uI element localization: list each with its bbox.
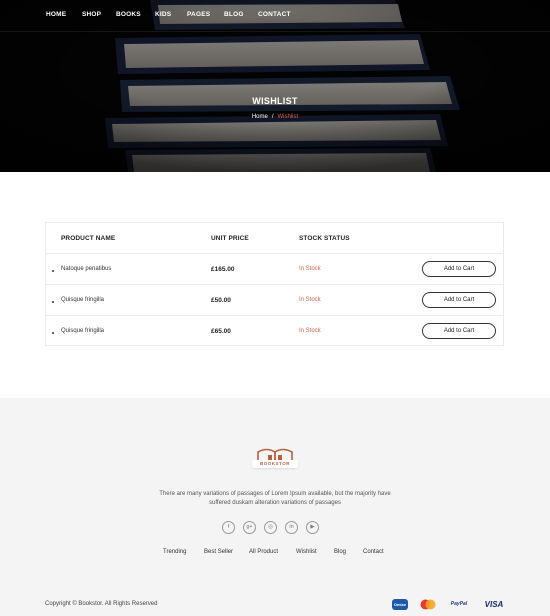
breadcrumb-home-link[interactable]: Home [252, 114, 268, 120]
google-plus-icon[interactable]: g+ [243, 521, 256, 534]
table-row: Natoque penatibus £165.00 In Stock Add t… [46, 253, 503, 284]
breadcrumb: Home / Wishlist [0, 114, 550, 120]
add-to-cart-button[interactable]: Add to Cart [422, 323, 496, 339]
paypal-payment-icon: PayPal [450, 601, 468, 607]
row-bullet [52, 301, 54, 303]
row-bullet [52, 332, 54, 334]
youtube-icon[interactable]: ▶ [306, 521, 319, 534]
add-to-cart-button[interactable]: Add to Cart [422, 292, 496, 308]
logo-text: BOOKSTOR [252, 460, 298, 468]
nav-blog[interactable]: BLOG [224, 11, 244, 18]
copyright-text: Copyright © Bookstor. All Rights Reserve… [45, 601, 158, 607]
footer-link-best-seller[interactable]: Best Seller [204, 549, 233, 555]
instagram-icon[interactable]: ◎ [264, 521, 277, 534]
product-name[interactable]: Natoque penatibus [61, 266, 111, 272]
main-nav: HOME SHOP BOOKS KIDS PAGES BLOG CONTACT [0, 0, 550, 32]
table-row: Quisque fringilla £65.00 In Stock Add to… [46, 315, 503, 346]
hero-banner: HOME SHOP BOOKS KIDS PAGES BLOG CONTACT … [0, 0, 550, 172]
stock-status: In Stock [299, 266, 321, 272]
mastercard-payment-icon [419, 599, 437, 610]
footer-link-trending[interactable]: Trending [163, 549, 186, 555]
description-line: suffered duskam alteration variations of… [209, 500, 341, 506]
footer-link-all-product[interactable]: All Product [249, 549, 278, 555]
bookstor-logo[interactable]: BOOKSTOR [252, 446, 298, 474]
nav-kids[interactable]: KIDS [155, 11, 171, 18]
unit-price: £65.00 [211, 328, 231, 335]
stock-status: In Stock [299, 328, 321, 334]
breadcrumb-separator: / [271, 114, 274, 120]
row-bullet [52, 270, 54, 272]
breadcrumb-current: Wishlist [277, 114, 299, 120]
nav-shop[interactable]: SHOP [82, 11, 101, 18]
unit-price: £50.00 [211, 297, 231, 304]
footer-link-blog[interactable]: Blog [334, 549, 346, 555]
product-name[interactable]: Quisque fringilla [61, 328, 104, 334]
stock-status: In Stock [299, 297, 321, 303]
footer-link-contact[interactable]: Contact [363, 549, 384, 555]
product-name[interactable]: Quisque fringilla [61, 297, 104, 303]
omise-payment-icon: Omise [392, 599, 408, 610]
nav-home[interactable]: HOME [46, 11, 66, 18]
linkedin-icon[interactable]: in [285, 521, 298, 534]
table-row: Quisque fringilla £50.00 In Stock Add to… [46, 284, 503, 315]
header-product-name: PRODUCT NAME [61, 235, 116, 242]
nav-contact[interactable]: CONTACT [258, 11, 291, 18]
footer: BOOKSTOR There are many variations of pa… [0, 398, 550, 616]
header-stock-status: STOCK STATUS [299, 235, 350, 242]
wishlist-table: PRODUCT NAME UNIT PRICE STOCK STATUS Nat… [45, 222, 504, 346]
page-title: WISHLIST [252, 96, 298, 106]
facebook-icon[interactable]: f [222, 521, 235, 534]
header-unit-price: UNIT PRICE [211, 235, 249, 242]
footer-description: There are many variations of passages of… [140, 490, 410, 508]
add-to-cart-button[interactable]: Add to Cart [422, 261, 496, 277]
nav-pages[interactable]: PAGES [187, 11, 210, 18]
nav-books[interactable]: BOOKS [116, 11, 141, 18]
unit-price: £165.00 [211, 266, 235, 273]
visa-payment-icon: VISA [484, 600, 504, 609]
footer-link-wishlist[interactable]: Wishlist [296, 549, 317, 555]
description-line: There are many variations of passages of… [159, 491, 391, 497]
mastercard-circles-icon [420, 599, 436, 610]
